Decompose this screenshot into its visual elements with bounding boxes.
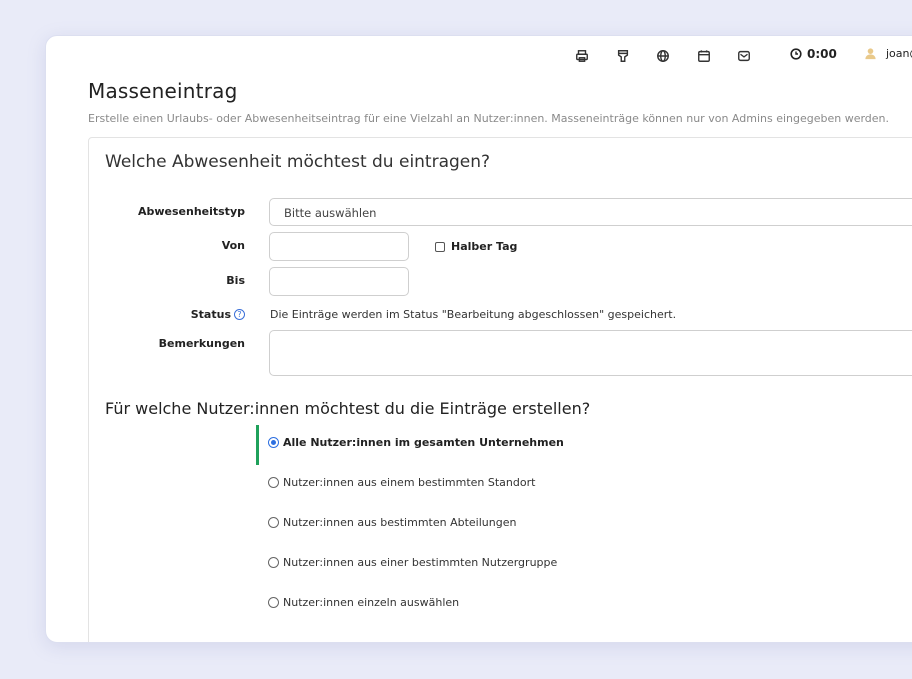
selected-indicator <box>256 425 259 465</box>
radio-departments[interactable]: Nutzer:innen aus bestimmten Abteilungen <box>268 516 516 529</box>
radio-label: Nutzer:innen aus bestimmten Abteilungen <box>283 516 517 529</box>
radio-label: Alle Nutzer:innen im gesamten Unternehme… <box>283 436 564 449</box>
time-tracker[interactable]: 0:00 <box>790 47 837 61</box>
radio-dot[interactable] <box>268 517 279 528</box>
user-name: joan@ <box>886 47 912 60</box>
half-day-label: Halber Tag <box>451 240 518 253</box>
radio-all-users[interactable]: Alle Nutzer:innen im gesamten Unternehme… <box>268 436 564 449</box>
type-label: Abwesenheitstyp <box>137 205 245 218</box>
status-text: Die Einträge werden im Status "Bearbeitu… <box>270 308 677 321</box>
radio-dot[interactable] <box>268 597 279 608</box>
radio-label: Nutzer:innen aus einem bestimmten Stando… <box>283 476 536 489</box>
radio-user-group[interactable]: Nutzer:innen aus einer bestimmten Nutzer… <box>268 556 557 569</box>
radio-location[interactable]: Nutzer:innen aus einem bestimmten Stando… <box>268 476 535 489</box>
top-bar: 0:00 joan@ <box>46 36 912 76</box>
half-day-checkbox[interactable]: Halber Tag <box>435 240 517 253</box>
timer-value: 0:00 <box>807 47 837 61</box>
to-label: Bis <box>226 274 245 287</box>
absence-type-value: Bitte auswählen <box>284 206 377 220</box>
status-label: Status <box>190 308 231 321</box>
checkbox-box[interactable] <box>435 241 445 252</box>
from-date-input[interactable] <box>269 232 409 261</box>
status-label-wrap: Status? <box>85 308 245 321</box>
radio-label: Nutzer:innen aus einer bestimmten Nutzer… <box>283 556 558 569</box>
calendar-icon[interactable] <box>696 48 712 64</box>
from-label: Von <box>221 239 245 252</box>
radio-dot[interactable] <box>268 437 279 448</box>
radio-dot[interactable] <box>268 477 279 488</box>
absence-type-select[interactable]: Bitte auswählen <box>269 198 912 226</box>
absence-heading: Welche Abwesenheit möchtest du eintragen… <box>105 152 491 172</box>
radio-individual[interactable]: Nutzer:innen einzeln auswählen <box>268 596 459 609</box>
form-card: Welche Abwesenheit möchtest du eintragen… <box>85 137 912 642</box>
to-date-input[interactable] <box>269 267 409 296</box>
users-heading: Für welche Nutzer:innen möchtest du die … <box>105 399 591 418</box>
user-icon <box>865 48 876 60</box>
remarks-label: Bemerkungen <box>158 337 245 350</box>
inbox-icon[interactable] <box>736 48 752 64</box>
help-icon[interactable]: ? <box>234 309 245 320</box>
radio-label: Nutzer:innen einzeln auswählen <box>283 596 460 609</box>
page-subtitle: Erstelle einen Urlaubs- oder Abwesenheit… <box>88 112 890 125</box>
globe-icon[interactable] <box>655 48 671 64</box>
page-title: Masseneintrag <box>88 79 238 103</box>
clock-icon <box>790 48 802 60</box>
badge-icon[interactable] <box>615 48 631 64</box>
radio-dot[interactable] <box>268 557 279 568</box>
printer-icon[interactable] <box>574 48 590 64</box>
user-menu[interactable]: joan@ <box>864 47 912 60</box>
app-window: 0:00 joan@ Masseneintrag Erstelle einen … <box>45 35 912 643</box>
remarks-textarea[interactable] <box>269 330 912 376</box>
